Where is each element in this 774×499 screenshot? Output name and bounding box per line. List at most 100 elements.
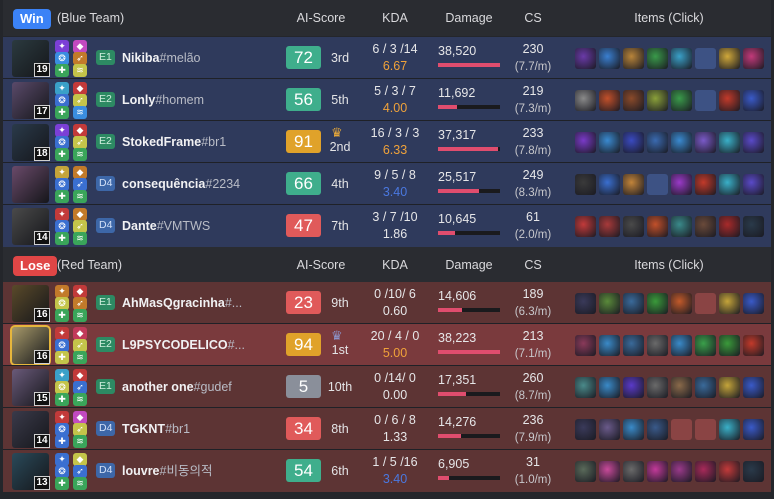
item-icon[interactable] [647, 461, 668, 482]
empty-item-slot[interactable] [695, 48, 716, 69]
item-icon[interactable] [599, 335, 620, 356]
item-icon[interactable] [743, 90, 764, 111]
blue_team-col-items[interactable]: Items (Click) [603, 0, 735, 36]
player-name[interactable]: L9PSYCODELICO [122, 338, 228, 352]
item-icon[interactable] [575, 293, 596, 314]
item-icon[interactable] [647, 216, 668, 237]
player-name-link[interactable]: TGKNT#br1 [122, 408, 190, 450]
player-tag[interactable]: #VMTWS [157, 219, 210, 233]
player-row[interactable]: 13 ✦ ◆ ❂ ➶ ✚ ≋ D4 louvre#비동의적 54 6th 1 / 5 /16 3.40 6… [3, 450, 771, 492]
item-icon[interactable] [695, 216, 716, 237]
player-name-link[interactable]: AhMasQgracinha#... [122, 282, 242, 324]
items-list[interactable] [575, 90, 770, 111]
player-name[interactable]: Dante [122, 219, 157, 233]
item-icon[interactable] [623, 216, 644, 237]
item-icon[interactable] [623, 90, 644, 111]
player-tag[interactable]: #br1 [201, 135, 226, 149]
item-icon[interactable] [671, 335, 692, 356]
items-list[interactable] [575, 377, 770, 398]
item-icon[interactable] [647, 377, 668, 398]
player-name[interactable]: another one [122, 380, 194, 394]
item-icon[interactable] [671, 293, 692, 314]
player-name[interactable]: StokedFrame [122, 135, 201, 149]
item-icon[interactable] [695, 132, 716, 153]
item-icon[interactable] [743, 132, 764, 153]
item-icon[interactable] [695, 377, 716, 398]
item-icon[interactable] [575, 377, 596, 398]
item-icon[interactable] [647, 90, 668, 111]
item-icon[interactable] [575, 461, 596, 482]
items-list[interactable] [575, 419, 770, 440]
player-name[interactable]: Lonly [122, 93, 155, 107]
item-icon[interactable] [599, 293, 620, 314]
item-icon[interactable] [743, 377, 764, 398]
item-icon[interactable] [743, 293, 764, 314]
player-name[interactable]: consequência [122, 177, 205, 191]
empty-item-slot[interactable] [671, 419, 692, 440]
items-list[interactable] [575, 293, 770, 314]
item-icon[interactable] [623, 419, 644, 440]
item-icon[interactable] [575, 419, 596, 440]
item-icon[interactable] [695, 335, 716, 356]
player-name-link[interactable]: StokedFrame#br1 [122, 121, 226, 163]
items-list[interactable] [575, 216, 770, 237]
item-icon[interactable] [671, 174, 692, 195]
items-list[interactable] [575, 335, 770, 356]
player-tag[interactable]: #gudef [194, 380, 232, 394]
item-icon[interactable] [671, 377, 692, 398]
player-name[interactable]: louvre [122, 464, 160, 478]
item-icon[interactable] [719, 48, 740, 69]
empty-item-slot[interactable] [647, 174, 668, 195]
empty-item-slot[interactable] [695, 90, 716, 111]
item-icon[interactable] [743, 335, 764, 356]
item-icon[interactable] [575, 90, 596, 111]
player-name-link[interactable]: louvre#비동의적 [122, 450, 212, 492]
item-icon[interactable] [575, 132, 596, 153]
item-icon[interactable] [623, 132, 644, 153]
item-icon[interactable] [575, 216, 596, 237]
item-icon[interactable] [719, 461, 740, 482]
item-icon[interactable] [599, 48, 620, 69]
player-name[interactable]: TGKNT [122, 422, 165, 436]
item-icon[interactable] [647, 419, 668, 440]
item-icon[interactable] [623, 377, 644, 398]
item-icon[interactable] [623, 461, 644, 482]
items-list[interactable] [575, 461, 770, 482]
item-icon[interactable] [599, 419, 620, 440]
item-icon[interactable] [719, 132, 740, 153]
item-icon[interactable] [599, 174, 620, 195]
item-icon[interactable] [671, 132, 692, 153]
player-row[interactable]: 14 ✦ ◆ ❂ ➶ ✚ ≋ D4 Dante#VMTWS 47 7th 3 / 7 /10 1.86 1… [3, 205, 771, 247]
item-icon[interactable] [599, 216, 620, 237]
player-row[interactable]: 15 ✦ ◆ ❂ ➶ ✚ ≋ E1 another one#gudef 5 10th 0 /14/ 0… [3, 366, 771, 408]
player-name-link[interactable]: consequência#2234 [122, 163, 240, 205]
item-icon[interactable] [719, 335, 740, 356]
player-tag[interactable]: #melão [160, 51, 201, 65]
player-row[interactable]: 16 ✦ ◆ ❂ ➶ ✚ ≋ E2 L9PSYCODELICO#... 94 ♛ 1st 20 / 4 … [3, 324, 771, 366]
item-icon[interactable] [671, 48, 692, 69]
player-tag[interactable]: #homem [155, 93, 204, 107]
item-icon[interactable] [623, 174, 644, 195]
player-row[interactable]: 14 ✦ ◆ ❂ ➶ ✚ ≋ D4 TGKNT#br1 34 8th 0 / 6 / 8 1.33 14,… [3, 408, 771, 450]
item-icon[interactable] [623, 293, 644, 314]
player-tag[interactable]: #... [225, 296, 242, 310]
item-icon[interactable] [671, 461, 692, 482]
item-icon[interactable] [575, 335, 596, 356]
item-icon[interactable] [719, 377, 740, 398]
player-name-link[interactable]: another one#gudef [122, 366, 232, 408]
item-icon[interactable] [623, 48, 644, 69]
player-tag[interactable]: #br1 [165, 422, 190, 436]
items-list[interactable] [575, 132, 770, 153]
items-list[interactable] [575, 48, 770, 69]
item-icon[interactable] [575, 48, 596, 69]
item-icon[interactable] [719, 90, 740, 111]
item-icon[interactable] [575, 174, 596, 195]
empty-item-slot[interactable] [695, 293, 716, 314]
item-icon[interactable] [647, 335, 668, 356]
item-icon[interactable] [671, 216, 692, 237]
red_team-col-items[interactable]: Items (Click) [603, 247, 735, 283]
item-icon[interactable] [599, 132, 620, 153]
item-icon[interactable] [719, 216, 740, 237]
item-icon[interactable] [719, 293, 740, 314]
item-icon[interactable] [743, 48, 764, 69]
